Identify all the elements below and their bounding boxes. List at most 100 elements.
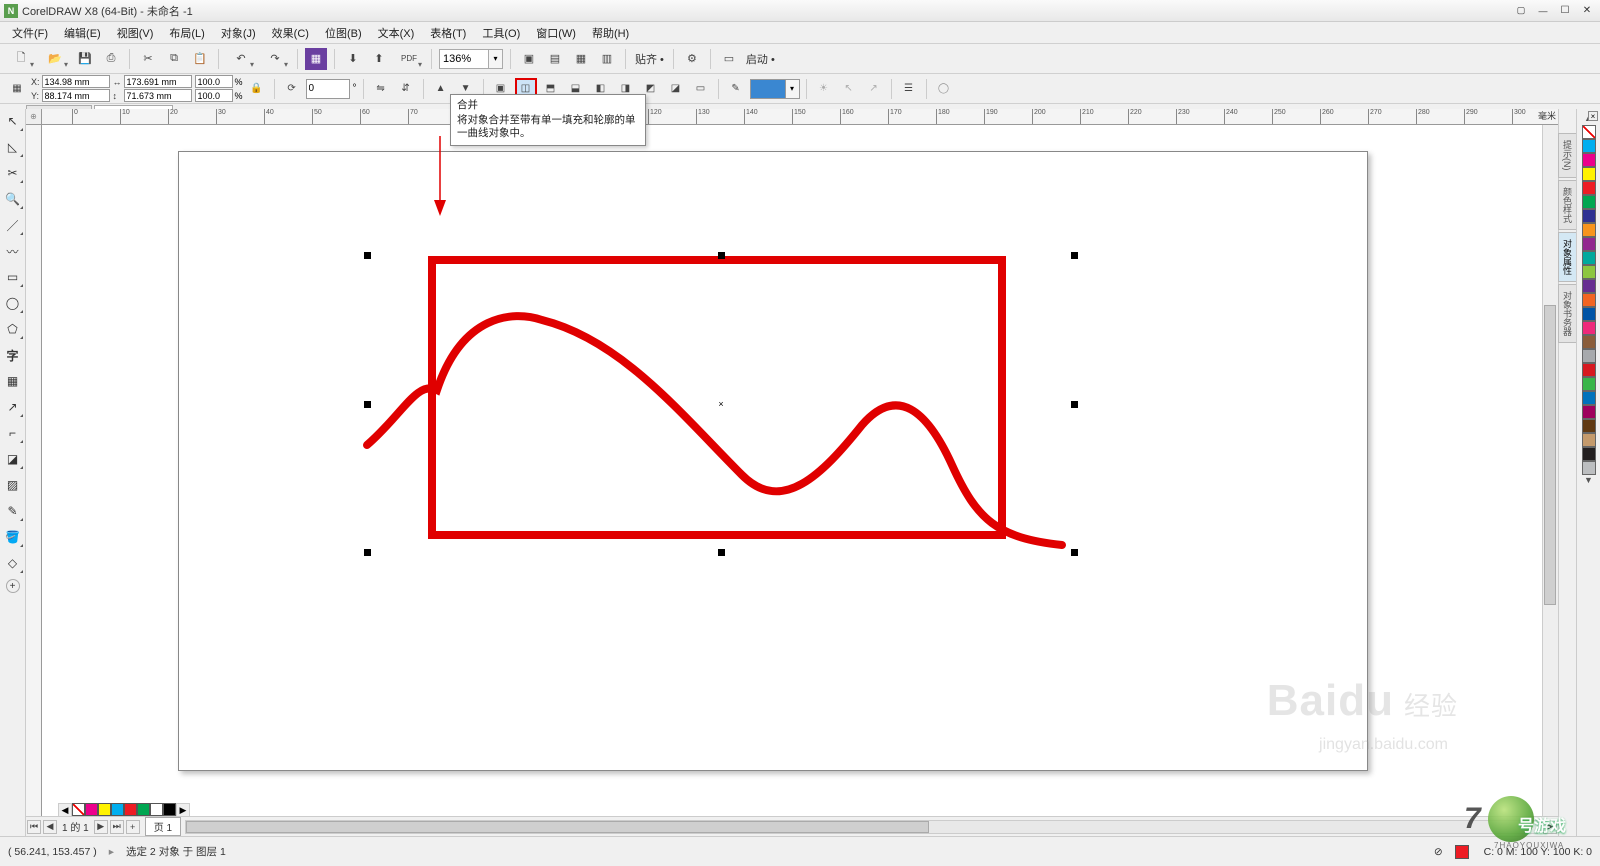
selection-handle-s[interactable] (718, 549, 725, 556)
selection-handle-se[interactable] (1071, 549, 1078, 556)
snap-label[interactable]: 贴齐 • (633, 51, 666, 67)
doc-palette-swatch[interactable] (163, 803, 176, 816)
no-color-swatch[interactable] (1582, 125, 1596, 139)
launch-label[interactable]: 启动 • (744, 51, 777, 67)
crop-tool-icon[interactable]: ✂ (3, 163, 23, 183)
palette-swatch[interactable] (1582, 419, 1596, 433)
doc-palette-swatch[interactable] (124, 803, 137, 816)
doc-palette-swatch[interactable] (85, 803, 98, 816)
show-guidelines-button[interactable]: ▥ (596, 48, 618, 70)
selection-handle-nw[interactable] (364, 252, 371, 259)
palette-scroll-down-icon[interactable]: ▼ (1584, 475, 1593, 487)
docker-objmgr[interactable]: 对象书务器 (1558, 284, 1577, 343)
open-button[interactable]: 📂 (40, 48, 70, 70)
palette-swatch[interactable] (1582, 447, 1596, 461)
palette-swatch[interactable] (1582, 279, 1596, 293)
prev-page-button[interactable]: ◀ (43, 820, 57, 834)
pick-tool-icon[interactable]: ↖ (3, 111, 23, 131)
eyedropper-tool-icon[interactable]: ✎ (3, 501, 23, 521)
doc-palette-swatch[interactable] (137, 803, 150, 816)
menu-edit[interactable]: 编辑(E) (56, 23, 109, 43)
palette-swatch[interactable] (1582, 321, 1596, 335)
table-tool-icon[interactable]: ▦ (3, 371, 23, 391)
docker-objprops[interactable]: 对象属性 (1558, 232, 1577, 282)
vscroll-thumb[interactable] (1544, 305, 1556, 605)
fill-tool-icon[interactable]: 🪣 (3, 527, 23, 547)
ruler-origin-icon[interactable]: ⊕ (26, 109, 42, 125)
dropshadow-tool-icon[interactable]: ◪ (3, 449, 23, 469)
menu-tools[interactable]: 工具(O) (474, 23, 528, 43)
palette-swatch[interactable] (1582, 349, 1596, 363)
palette-swatch[interactable] (1582, 195, 1596, 209)
menu-layout[interactable]: 布局(L) (161, 23, 212, 43)
minimize-button[interactable] (1534, 4, 1552, 18)
scale-x-input[interactable] (195, 75, 233, 88)
back-minus-front-button[interactable]: ◪ (665, 78, 687, 100)
palette-swatch[interactable] (1582, 265, 1596, 279)
outline-swatch-icon[interactable] (1455, 845, 1469, 859)
palette-swatch[interactable] (1582, 405, 1596, 419)
menu-help[interactable]: 帮助(H) (584, 23, 637, 43)
preset-position-icon[interactable]: ▦ (6, 78, 28, 100)
lock-ratio-button[interactable]: 🔒 (246, 78, 268, 100)
x-input[interactable] (42, 75, 110, 88)
dimension-tool-icon[interactable]: ↗ (3, 397, 23, 417)
new-doc-button[interactable]: 🗋 (6, 48, 36, 70)
page-tab-1[interactable]: 页 1 (145, 817, 181, 836)
quick-customize-icon[interactable]: + (6, 579, 20, 593)
palette-swatch[interactable] (1582, 335, 1596, 349)
close-button[interactable] (1578, 4, 1596, 18)
no-fill-swatch[interactable] (72, 803, 85, 816)
palette-swatch[interactable] (1582, 209, 1596, 223)
selection-handle-w[interactable] (364, 401, 371, 408)
transparency-tool-icon[interactable]: ▨ (3, 475, 23, 495)
dropdown-icon[interactable]: ▾ (786, 79, 800, 99)
palette-close-icon[interactable]: × (1588, 111, 1598, 121)
paste-button[interactable]: 📋 (189, 48, 211, 70)
zoom-combo[interactable]: ▾ (439, 49, 503, 69)
add-page-button[interactable]: + (126, 820, 140, 834)
palette-swatch[interactable] (1582, 139, 1596, 153)
zoom-input[interactable] (439, 49, 489, 69)
doc-palette-swatch[interactable] (150, 803, 163, 816)
boundary-button[interactable]: ▭ (690, 78, 712, 100)
convert-to-curves-button[interactable]: ◯ (933, 78, 955, 100)
maximize-button[interactable] (1556, 4, 1574, 18)
scale-y-input[interactable] (195, 89, 233, 102)
undo-button[interactable]: ↶ (226, 48, 256, 70)
palette-swatch[interactable] (1582, 363, 1596, 377)
show-grid-button[interactable]: ▦ (570, 48, 592, 70)
rotation-input[interactable] (306, 79, 350, 99)
menu-object[interactable]: 对象(J) (213, 23, 264, 43)
shape-tool-icon[interactable]: ◺ (3, 137, 23, 157)
mirror-v-button[interactable]: ⇵ (395, 78, 417, 100)
menu-table[interactable]: 表格(T) (422, 23, 474, 43)
horizontal-scrollbar[interactable] (185, 820, 1538, 834)
palette-swatch[interactable] (1582, 433, 1596, 447)
outline-tool-icon[interactable]: ◇ (3, 553, 23, 573)
height-input[interactable] (124, 89, 192, 102)
app-launcher-icon[interactable]: ▭ (718, 48, 740, 70)
selection-handle-ne[interactable] (1071, 252, 1078, 259)
docker-colorstyles[interactable]: 颜色样式 (1558, 180, 1577, 230)
doc-palette-swatch[interactable] (111, 803, 124, 816)
export-button[interactable]: ⬆ (368, 48, 390, 70)
fullscreen-preview-button[interactable]: ▣ (518, 48, 540, 70)
show-rulers-button[interactable]: ▤ (544, 48, 566, 70)
cut-button[interactable]: ✂ (137, 48, 159, 70)
menu-view[interactable]: 视图(V) (109, 23, 162, 43)
polygon-tool-icon[interactable]: ⬠ (3, 319, 23, 339)
menu-effects[interactable]: 效果(C) (264, 23, 317, 43)
save-button[interactable]: 💾 (74, 48, 96, 70)
connector-tool-icon[interactable]: ⌐ (3, 423, 23, 443)
palette-swatch[interactable] (1582, 461, 1596, 475)
print-button[interactable]: ⎙ (100, 48, 122, 70)
selection-handle-n[interactable] (718, 252, 725, 259)
ruler-vertical[interactable] (26, 125, 42, 816)
palette-swatch[interactable] (1582, 237, 1596, 251)
menu-text[interactable]: 文本(X) (370, 23, 423, 43)
width-input[interactable] (124, 75, 192, 88)
outline-pen-icon[interactable]: ✎ (725, 78, 747, 100)
next-page-button[interactable]: ▶ (94, 820, 108, 834)
drawing-objects[interactable] (202, 165, 1202, 715)
